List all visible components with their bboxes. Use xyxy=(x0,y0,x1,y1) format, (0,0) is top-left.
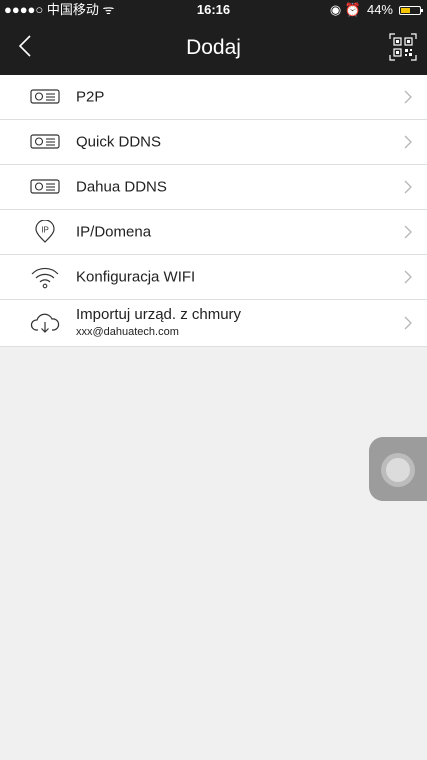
device-icon xyxy=(30,179,60,194)
svg-text:IP: IP xyxy=(41,226,49,235)
chevron-right-icon xyxy=(404,316,412,330)
status-right: ◉ ⏰ 44% xyxy=(329,0,423,20)
qr-scan-icon[interactable] xyxy=(389,33,417,61)
menu-item-quick-ddns[interactable]: Quick DDNS xyxy=(0,120,427,165)
battery-percent: 44% xyxy=(366,2,393,17)
menu-item-label: Dahua DDNS xyxy=(76,178,167,196)
status-bar: ●●●●○ 中国移动 ᯤ 16:16 ◉ ⏰ 44% xyxy=(0,0,427,20)
menu-item-dahua-ddns[interactable]: Dahua DDNS xyxy=(0,165,427,210)
ip-pin-icon: IP xyxy=(35,220,55,243)
menu-item-wifi-config[interactable]: Konfiguracja WIFI xyxy=(0,255,427,300)
chevron-right-icon xyxy=(404,180,412,194)
device-icon xyxy=(30,134,60,149)
status-indicators: ◉ ⏰ xyxy=(329,2,361,17)
assistive-touch-button[interactable] xyxy=(369,437,427,501)
menu-item-label: P2P xyxy=(76,88,105,106)
cloud-account-email: xxx@dahuatech.com xyxy=(76,326,179,338)
chevron-right-icon xyxy=(404,90,412,104)
chevron-right-icon xyxy=(404,135,412,149)
device-icon xyxy=(30,89,60,104)
menu-item-label: Importuj urząd. z chmury xyxy=(76,306,242,323)
menu-item-cloud-import[interactable]: Importuj urząd. z chmury xxx@dahuatech.c… xyxy=(0,300,427,347)
menu-item-label: Konfiguracja WIFI xyxy=(76,268,196,286)
menu-item-ip-domain[interactable]: IP IP/Domena xyxy=(0,210,427,255)
page-title: Dodaj xyxy=(186,36,241,59)
add-device-menu: P2P Quick DDNS Dahua DDNS IP IP/Domena K… xyxy=(0,75,427,347)
wifi-icon xyxy=(31,267,59,289)
menu-item-label: Quick DDNS xyxy=(76,133,162,151)
chevron-right-icon xyxy=(404,225,412,239)
chevron-right-icon xyxy=(404,270,412,284)
cloud-download-icon xyxy=(30,313,60,333)
menu-item-label: IP/Domena xyxy=(76,223,152,241)
nav-bar: Dodaj xyxy=(0,20,427,75)
menu-item-p2p[interactable]: P2P xyxy=(0,75,427,120)
battery-icon xyxy=(399,5,423,15)
